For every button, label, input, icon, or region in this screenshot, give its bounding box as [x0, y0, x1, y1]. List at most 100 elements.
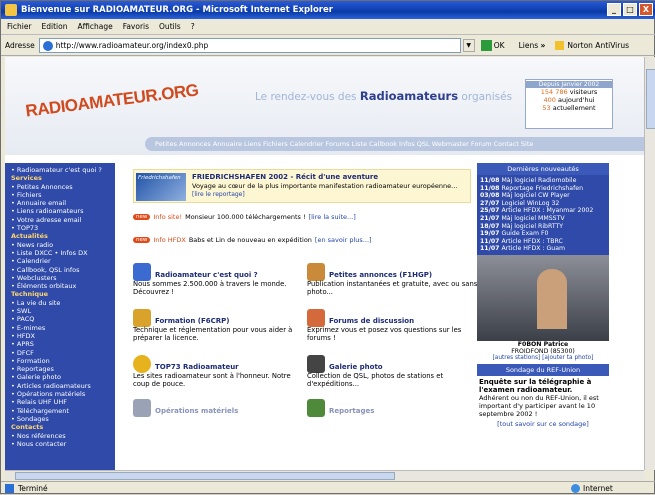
feature-title[interactable]: FRIEDRICHSHAFEN 2002 - Récit d'une avent…	[192, 173, 378, 181]
sidebar-item[interactable]: • Reportages	[11, 365, 115, 373]
card-operations[interactable]: Opérations matériels	[133, 399, 308, 419]
card-annonces[interactable]: Petites annonces (F1HGP) Publication ins…	[307, 263, 482, 297]
latest-news-date: 11/07	[480, 245, 500, 253]
sidebar-item[interactable]: • Formation	[11, 357, 115, 365]
links-button[interactable]: Liens »	[519, 41, 546, 50]
latest-news-item[interactable]: 19/07 Guide Exam F0	[480, 230, 606, 238]
sidebar-item[interactable]: • Votre adresse email	[11, 216, 115, 224]
card-reportages[interactable]: Reportages	[307, 399, 482, 419]
close-button[interactable]: X	[639, 3, 653, 16]
sidebar-item[interactable]: • PACQ	[11, 315, 115, 323]
sidebar-item[interactable]: • Relais UHF UHF	[11, 398, 115, 406]
stats-today-count: 400	[543, 96, 556, 104]
menu-help[interactable]: ?	[191, 22, 195, 31]
vertical-scrollbar[interactable]	[644, 57, 655, 470]
menu-outils[interactable]: Outils	[159, 22, 181, 31]
sidebar-item[interactable]: • E-mimes	[11, 324, 115, 332]
news-link[interactable]: [lire la suite...]	[309, 213, 356, 221]
sidebar-item[interactable]: • Articles radioamateurs	[11, 382, 115, 390]
address-input[interactable]: http://www.radioamateur.org/index0.php	[38, 38, 461, 53]
sidebar-item[interactable]: • Nous contacter	[11, 440, 115, 448]
hscroll-thumb[interactable]	[15, 472, 395, 480]
latest-news-item[interactable]: 11/07 Article HFDX : TBRC	[480, 238, 606, 246]
go-button[interactable]: OK	[480, 40, 505, 51]
sidebar-item[interactable]: • Nos références	[11, 432, 115, 440]
card-title[interactable]: TOP73 Radioamateur	[155, 363, 239, 371]
horizontal-scrollbar[interactable]	[5, 470, 644, 480]
sidebar-item[interactable]: • SWL	[11, 307, 115, 315]
photo-links[interactable]: [autres stations] [ajouter ta photo]	[477, 355, 609, 361]
menu-edition[interactable]: Edition	[42, 22, 68, 31]
sidebar-item[interactable]: • Fichiers	[11, 191, 115, 199]
sidebar-item[interactable]: • Éléments orbitaux	[11, 282, 115, 290]
latest-news-item[interactable]: 03/08 Màj logiciel CW Player	[480, 192, 606, 200]
feature-article[interactable]: Friedrichshafen FRIEDRICHSHAFEN 2002 - R…	[133, 169, 471, 203]
latest-news-title[interactable]: Article HFDX : Guam	[501, 245, 565, 252]
sidebar-item[interactable]: • News radio	[11, 241, 115, 249]
address-dropdown-icon[interactable]: ▼	[462, 39, 475, 52]
sidebar-item[interactable]: • Liens radioamateurs	[11, 207, 115, 215]
card-top73[interactable]: TOP73 Radioamateur Les sites radioamateu…	[133, 355, 308, 389]
feature-image[interactable]: Friedrichshafen	[136, 173, 186, 201]
latest-news-title[interactable]: Logiciel WinLog 32	[501, 200, 559, 207]
sidebar-item[interactable]: • Galerie photo	[11, 373, 115, 381]
sidebar-item[interactable]: • Sondages	[11, 415, 115, 423]
caption-name: Patrice	[543, 340, 569, 348]
card-galerie[interactable]: Galerie photo Collection de QSL, photos …	[307, 355, 482, 389]
card-title[interactable]: Reportages	[329, 407, 374, 415]
latest-news-title[interactable]: Màj logiciel CW Player	[501, 192, 569, 199]
latest-news-item[interactable]: 27/07 Logiciel WinLog 32	[480, 200, 606, 208]
sidebar-item[interactable]: • Webclusters	[11, 274, 115, 282]
latest-news-item[interactable]: 11/07 Article HFDX : Guam	[480, 245, 606, 253]
sidebar-item[interactable]: • Opérations matériels	[11, 390, 115, 398]
card-title[interactable]: Formation (F6CRP)	[155, 317, 229, 325]
sidebar-item[interactable]: • Téléchargement	[11, 407, 115, 415]
latest-news-title[interactable]: Article HFDX : TBRC	[501, 238, 562, 245]
latest-news-title[interactable]: Màj logiciel RibRTTY	[501, 223, 563, 230]
sidebar-item[interactable]: • Annuaire email	[11, 199, 115, 207]
address-url[interactable]: http://www.radioamateur.org/index0.php	[56, 41, 209, 50]
latest-news-title[interactable]: Article HFDX : Myanmar 2002	[501, 207, 593, 214]
feature-more-link[interactable]: [lire le reportage]	[192, 191, 245, 198]
card-title[interactable]: Forums de discussion	[329, 317, 414, 325]
norton-button[interactable]: Norton AntiVirus	[555, 41, 629, 50]
top-nav[interactable]: Petites Annonces Annuaire Liens Fichiers…	[145, 137, 644, 151]
card-radioamateur[interactable]: Radioamateur c'est quoi ? Nous sommes 2.…	[133, 263, 308, 297]
formation-icon	[133, 309, 151, 327]
card-forums[interactable]: Forums de discussion Exprimez vous et po…	[307, 309, 482, 343]
sidebar-item[interactable]: • Liste DXCC • Infos DX	[11, 249, 115, 257]
card-title[interactable]: Opérations matériels	[155, 407, 238, 415]
latest-news-title[interactable]: Guide Exam F0	[501, 230, 548, 237]
sidebar-item[interactable]: • Calendrier	[11, 257, 115, 265]
sidebar-item[interactable]: • APRS	[11, 340, 115, 348]
sidebar-item[interactable]: • HFDX	[11, 332, 115, 340]
station-photo[interactable]	[477, 254, 609, 341]
latest-news-title[interactable]: Màj logiciel Radiomobile	[501, 177, 576, 184]
latest-news-item[interactable]: 25/07 Article HFDX : Myanmar 2002	[480, 207, 606, 215]
sidebar-item[interactable]: • La vie du site	[11, 299, 115, 307]
sidebar-item[interactable]: • Petites Annonces	[11, 183, 115, 191]
card-title[interactable]: Radioamateur c'est quoi ?	[155, 271, 258, 279]
card-formation[interactable]: Formation (F6CRP) Technique et réglement…	[133, 309, 308, 343]
menu-fichier[interactable]: Fichier	[7, 22, 32, 31]
sidebar-item[interactable]: • TOP73	[11, 224, 115, 232]
latest-news-item[interactable]: 11/08 Màj logiciel Radiomobile	[480, 177, 606, 185]
news-source: Info HFDX	[153, 236, 186, 244]
minimize-button[interactable]: _	[607, 3, 621, 16]
latest-news-title[interactable]: Màj logiciel MMSSTV	[501, 215, 564, 222]
latest-news-item[interactable]: 21/07 Màj logiciel MMSSTV	[480, 215, 606, 223]
site-logo[interactable]: RADIOAMATEUR.ORG	[24, 80, 199, 121]
latest-news-item[interactable]: 18/07 Màj logiciel RibRTTY	[480, 223, 606, 231]
card-title[interactable]: Petites annonces (F1HGP)	[329, 271, 432, 279]
maximize-button[interactable]: □	[623, 3, 637, 16]
menu-affichage[interactable]: Affichage	[77, 22, 112, 31]
menu-favoris[interactable]: Favoris	[123, 22, 149, 31]
card-title[interactable]: Galerie photo	[329, 363, 383, 371]
sidebar-item[interactable]: • DFCF	[11, 349, 115, 357]
news-link[interactable]: [en savoir plus...]	[315, 236, 372, 244]
sidebar-item[interactable]: • Radioamateur c'est quoi ?	[11, 166, 115, 174]
scroll-thumb[interactable]	[646, 69, 655, 129]
latest-news-title[interactable]: Reportage Friedrichshafen	[501, 185, 583, 192]
sidebar-item[interactable]: • Callbook, QSL infos	[11, 266, 115, 274]
poll-link[interactable]: [tout savoir sur ce sondage]	[479, 421, 607, 429]
